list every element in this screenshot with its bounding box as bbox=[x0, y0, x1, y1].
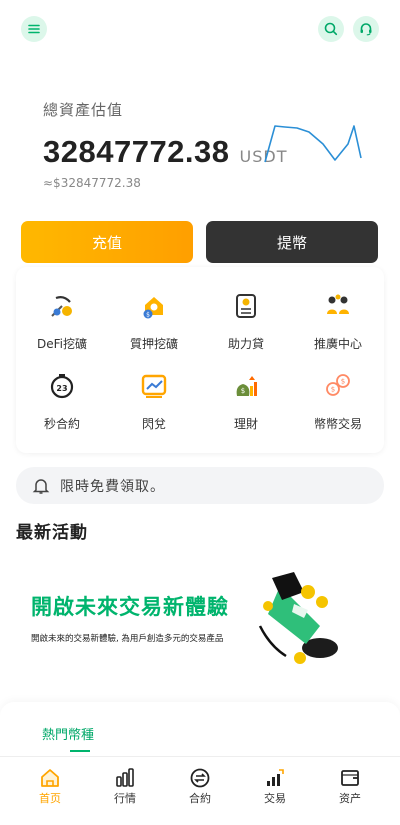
tab-hot-coins[interactable]: 熱門幣種 bbox=[42, 724, 94, 743]
tab-assets[interactable]: 资产 bbox=[320, 767, 380, 806]
svg-text:$: $ bbox=[241, 387, 245, 395]
svg-text:$: $ bbox=[146, 312, 150, 319]
grid-item-label: 閃兌 bbox=[141, 417, 166, 431]
tab-underline bbox=[70, 750, 90, 752]
menu-button[interactable] bbox=[21, 16, 47, 42]
svg-text:$: $ bbox=[341, 378, 345, 386]
top-bar bbox=[21, 16, 379, 42]
asset-label: 總資產估值 bbox=[43, 101, 124, 119]
tab-trade[interactable]: 交易 bbox=[245, 767, 305, 806]
grid-item-label: 幣幣交易 bbox=[313, 417, 362, 431]
tab-label: 合約 bbox=[189, 792, 211, 805]
tab-home[interactable]: 首页 bbox=[20, 767, 80, 806]
headset-icon bbox=[360, 23, 372, 36]
staking-icon: $ bbox=[139, 291, 169, 321]
asset-value: 32847772.38 bbox=[43, 134, 230, 169]
tab-label: 行情 bbox=[114, 792, 136, 805]
bell-icon bbox=[32, 478, 50, 494]
deposit-button[interactable]: 充值 bbox=[21, 221, 193, 263]
notice-bar[interactable]: 限時免費領取。 bbox=[16, 467, 384, 504]
trading-illustration bbox=[258, 572, 338, 664]
asset-trend-sparkline bbox=[264, 125, 362, 163]
banner-subtitle: 開啟未來的交易新體驗, 為用戶創造多元的交易產品 bbox=[31, 634, 224, 644]
grid-item-assist-loan[interactable]: 助力貸 bbox=[200, 291, 292, 361]
trade-icon bbox=[264, 767, 286, 789]
loan-icon bbox=[231, 291, 261, 321]
tab-label: 首页 bbox=[39, 792, 61, 805]
banner-title: 開啟未來交易新體驗 bbox=[31, 595, 229, 619]
grid-item-staking-mining[interactable]: $ 質押挖礦 bbox=[108, 291, 200, 361]
market-icon bbox=[114, 767, 136, 789]
stopwatch-icon: 23 bbox=[47, 371, 77, 401]
grid-item-label: 質押挖礦 bbox=[129, 337, 178, 351]
grid-item-defi-mining[interactable]: DeFi挖礦 bbox=[16, 291, 108, 361]
grid-item-label: DeFi挖礦 bbox=[37, 337, 87, 351]
search-icon bbox=[324, 22, 338, 36]
grid-item-label: 助力貸 bbox=[227, 337, 264, 351]
finance-icon: $ bbox=[231, 371, 261, 401]
search-button[interactable] bbox=[318, 16, 344, 42]
grid-item-label: 理財 bbox=[233, 417, 258, 431]
tab-label: 资产 bbox=[339, 792, 361, 805]
grid-item-referral-center[interactable]: 推廣中心 bbox=[292, 291, 384, 361]
withdraw-button[interactable]: 提幣 bbox=[206, 221, 378, 263]
menu-icon bbox=[28, 24, 40, 34]
section-title: 最新活動 bbox=[16, 523, 88, 543]
tab-contract[interactable]: 合約 bbox=[170, 767, 230, 806]
home-icon bbox=[39, 767, 61, 789]
svg-text:$: $ bbox=[331, 386, 335, 394]
tab-label: 交易 bbox=[264, 792, 286, 805]
coin-swap-icon: $ $ bbox=[323, 371, 353, 401]
mining-icon bbox=[47, 291, 77, 321]
grid-item-coin-trading[interactable]: $ $ 幣幣交易 bbox=[292, 371, 384, 441]
feature-grid: DeFi挖礦 $ 質押挖礦 助力貸 推廣中心 23 秒合約 閃兌 $ 理財 $ … bbox=[16, 267, 384, 453]
contract-icon bbox=[189, 767, 211, 789]
exchange-chart-icon bbox=[139, 371, 169, 401]
bottom-tab-bar: 首页 行情 合約 交易 资产 bbox=[0, 756, 400, 825]
asset-usd-value: ≈$32847772.38 bbox=[43, 176, 141, 190]
notice-text: 限時免費領取。 bbox=[60, 478, 165, 495]
hot-coins-section: 熱門幣種 bbox=[0, 702, 400, 762]
svg-text:23: 23 bbox=[56, 384, 67, 393]
support-button[interactable] bbox=[353, 16, 379, 42]
grid-item-label: 秒合約 bbox=[43, 417, 80, 431]
grid-item-flash-exchange[interactable]: 閃兌 bbox=[108, 371, 200, 441]
referral-icon bbox=[323, 291, 353, 321]
trend-line bbox=[264, 125, 362, 163]
promo-banner[interactable]: 開啟未來交易新體驗 開啟未來的交易新體驗, 為用戶創造多元的交易產品 bbox=[16, 552, 384, 680]
grid-item-second-contract[interactable]: 23 秒合約 bbox=[16, 371, 108, 441]
grid-item-wealth-management[interactable]: $ 理財 bbox=[200, 371, 292, 441]
wallet-icon bbox=[339, 767, 361, 789]
tab-market[interactable]: 行情 bbox=[95, 767, 155, 806]
grid-item-label: 推廣中心 bbox=[313, 337, 362, 351]
